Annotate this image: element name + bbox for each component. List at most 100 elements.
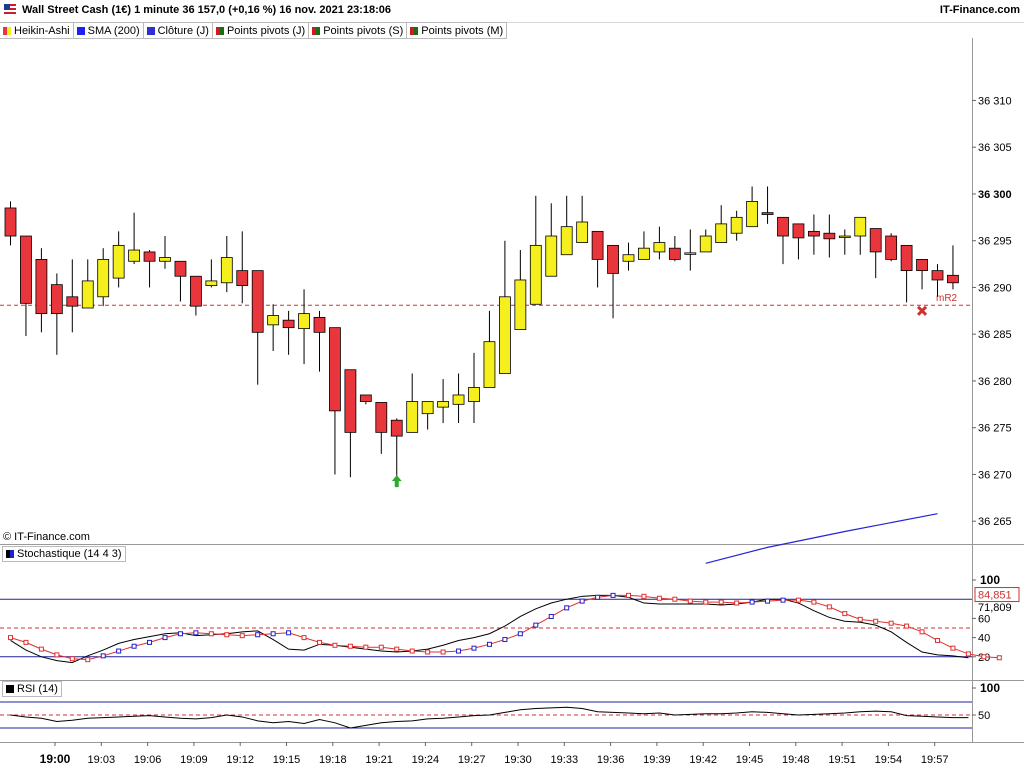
pivot-level-label: mR2 xyxy=(936,293,958,304)
x-tick-label: 19:21 xyxy=(365,754,393,766)
candle xyxy=(715,205,728,243)
candle-body xyxy=(854,216,867,237)
stochastic-d-marker xyxy=(548,613,554,619)
stochastic-tick-label: 60 xyxy=(978,613,990,625)
candle xyxy=(792,223,805,260)
candle-body xyxy=(560,226,573,256)
stochastic-panel-label[interactable]: Stochastique (14 4 3) xyxy=(2,546,126,562)
candle xyxy=(313,310,326,372)
rsi-panel-label[interactable]: RSI (14) xyxy=(2,681,62,697)
candle xyxy=(746,186,758,228)
stochastic-d-marker xyxy=(533,622,539,628)
stochastic-d-marker xyxy=(749,599,755,605)
candle-body xyxy=(236,270,249,286)
stochastic-d-marker xyxy=(811,599,817,605)
candle xyxy=(514,250,527,330)
candle-body xyxy=(622,254,635,262)
x-tick-label: 19:45 xyxy=(736,754,764,766)
stochastic-d-marker xyxy=(317,639,322,645)
candle xyxy=(220,236,233,293)
stochastic-d-marker xyxy=(38,646,44,652)
stochastic-d-marker xyxy=(857,616,863,622)
candle-body xyxy=(591,230,604,260)
x-tick-label: 19:27 xyxy=(458,754,486,766)
candle xyxy=(267,304,280,352)
stochastic-d-marker xyxy=(826,604,832,610)
candle-body xyxy=(267,315,280,326)
candle xyxy=(529,195,542,305)
candle xyxy=(390,418,403,478)
candle xyxy=(761,186,774,224)
candle-body xyxy=(220,257,233,284)
stochastic-d-marker xyxy=(270,631,276,637)
candle-body xyxy=(869,228,882,253)
stochastic-swatch-icon xyxy=(6,550,14,558)
y-tick-label: 36 270 xyxy=(978,469,1012,481)
candle-body xyxy=(298,313,310,329)
candle xyxy=(159,236,171,269)
x-tick-label: 19:51 xyxy=(828,754,856,766)
stochastic-d-marker xyxy=(795,597,801,603)
x-tick-label: 19:33 xyxy=(551,754,579,766)
candle-body xyxy=(282,319,295,329)
candle-body xyxy=(97,258,110,298)
stochastic-d-marker xyxy=(116,648,122,654)
stochastic-d-marker xyxy=(842,611,848,617)
candle-body xyxy=(313,316,326,333)
candle xyxy=(699,229,712,253)
candle xyxy=(560,195,573,256)
candle-body xyxy=(885,235,898,260)
copyright-label: © IT-Finance.com xyxy=(3,531,90,543)
candle xyxy=(885,233,898,262)
stochastic-d-marker xyxy=(610,592,616,598)
stochastic-d-marker xyxy=(703,599,709,605)
buy-arrow-icon xyxy=(391,475,402,488)
candle-body xyxy=(545,235,558,277)
candle xyxy=(452,373,465,424)
candle-body xyxy=(931,270,944,281)
stochastic-d-marker xyxy=(332,642,338,648)
candle-body xyxy=(359,394,372,402)
candle-body xyxy=(437,401,450,408)
stochastic-d-marker xyxy=(378,644,384,650)
y-tick-label: 36 285 xyxy=(978,329,1012,341)
y-tick-label: 36 295 xyxy=(978,236,1012,248)
x-tick-label: 19:36 xyxy=(597,754,625,766)
y-tick-label: 36 305 xyxy=(978,142,1012,154)
candle xyxy=(189,275,202,316)
rsi-tick-label: 100 xyxy=(980,681,1000,695)
candle xyxy=(50,273,63,355)
candle xyxy=(777,216,789,265)
candle xyxy=(205,259,218,288)
stochastic-d-marker xyxy=(409,648,415,654)
candle-body xyxy=(746,201,758,228)
candle xyxy=(282,310,295,355)
candle xyxy=(638,231,650,260)
candle-body xyxy=(189,275,202,307)
stochastic-k-value: 71,809 xyxy=(978,602,1012,614)
stochastic-d-marker xyxy=(873,618,879,624)
candle xyxy=(931,264,944,297)
stochastic-d-marker xyxy=(765,598,771,604)
stochastic-d-marker xyxy=(486,641,492,647)
candle-body xyxy=(699,235,712,253)
candle xyxy=(128,212,141,265)
candle xyxy=(421,401,434,430)
candle xyxy=(947,245,959,290)
chart-canvas[interactable]: 36 310 36 305 36 300 36 295 36 290 36 285 36 2… xyxy=(0,0,1024,768)
stochastic-d-marker xyxy=(131,643,137,649)
stochastic-d-marker xyxy=(626,592,631,598)
x-tick-label: 19:12 xyxy=(226,754,254,766)
candle-body xyxy=(81,280,94,309)
candle xyxy=(668,236,681,262)
candle-body xyxy=(730,216,743,234)
x-tick-label: 19:03 xyxy=(88,754,116,766)
y-tick-label: 36 275 xyxy=(978,423,1012,435)
stochastic-d-marker xyxy=(456,648,462,654)
stochastic-d-marker xyxy=(239,633,245,639)
stochastic-d-marker xyxy=(54,652,60,658)
stochastic-d-marker xyxy=(672,596,678,602)
candle xyxy=(35,248,48,333)
stochastic-d-marker xyxy=(100,653,106,659)
candle xyxy=(359,394,372,405)
